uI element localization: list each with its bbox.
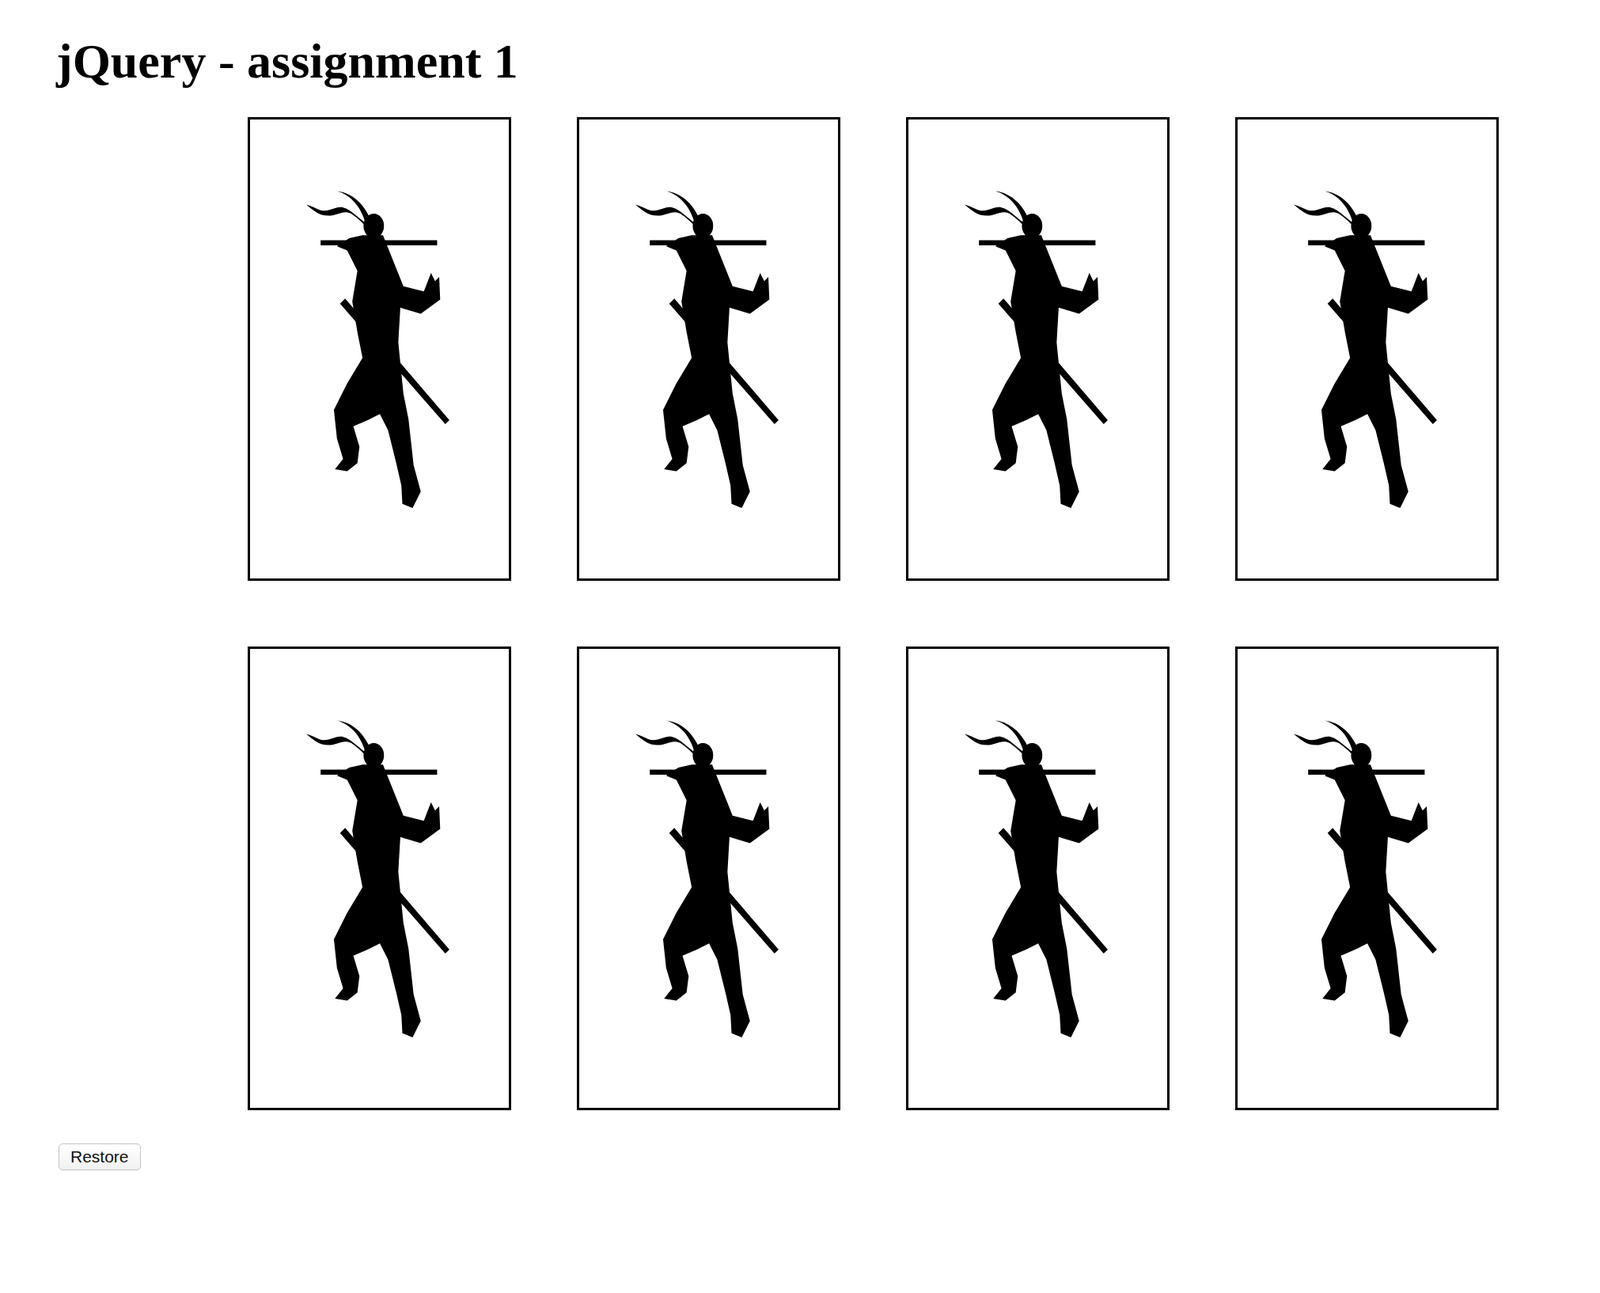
ninja-card[interactable] [906, 646, 1170, 1111]
ninja-icon [306, 189, 450, 509]
ninja-card[interactable] [576, 117, 841, 581]
card-grid [247, 117, 1600, 1111]
ninja-icon [964, 189, 1108, 509]
page-title: jQuery - assignment 1 [56, 31, 1600, 91]
ninja-icon [1293, 718, 1437, 1038]
ninja-icon [635, 718, 779, 1038]
ninja-icon [306, 718, 450, 1038]
ninja-icon [964, 718, 1108, 1038]
ninja-card[interactable] [247, 646, 512, 1111]
ninja-card[interactable] [247, 117, 512, 581]
ninja-card[interactable] [906, 117, 1170, 581]
ninja-card[interactable] [576, 646, 841, 1111]
ninja-card[interactable] [1235, 117, 1499, 581]
ninja-icon [1293, 189, 1437, 509]
ninja-card[interactable] [1235, 646, 1499, 1111]
restore-button[interactable]: Restore [58, 1143, 141, 1171]
ninja-icon [635, 189, 779, 509]
actions: Restore [58, 1143, 1600, 1171]
